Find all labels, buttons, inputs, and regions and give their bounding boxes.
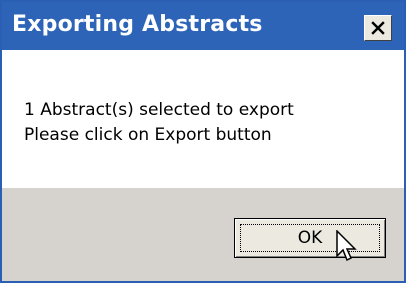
close-button[interactable] [364,15,392,41]
title-bar[interactable]: Exporting Abstracts [2,2,404,50]
dialog-title: Exporting Abstracts [12,12,263,37]
mouse-pointer-icon [336,230,357,262]
message-line-2: Please click on Export button [24,125,272,145]
message-area: 1 Abstract(s) selected to export Please … [2,50,404,188]
close-icon [371,21,385,35]
ok-button-label: OK [297,228,323,248]
ok-button[interactable]: OK [234,218,386,258]
message-line-1: 1 Abstract(s) selected to export [24,100,294,120]
